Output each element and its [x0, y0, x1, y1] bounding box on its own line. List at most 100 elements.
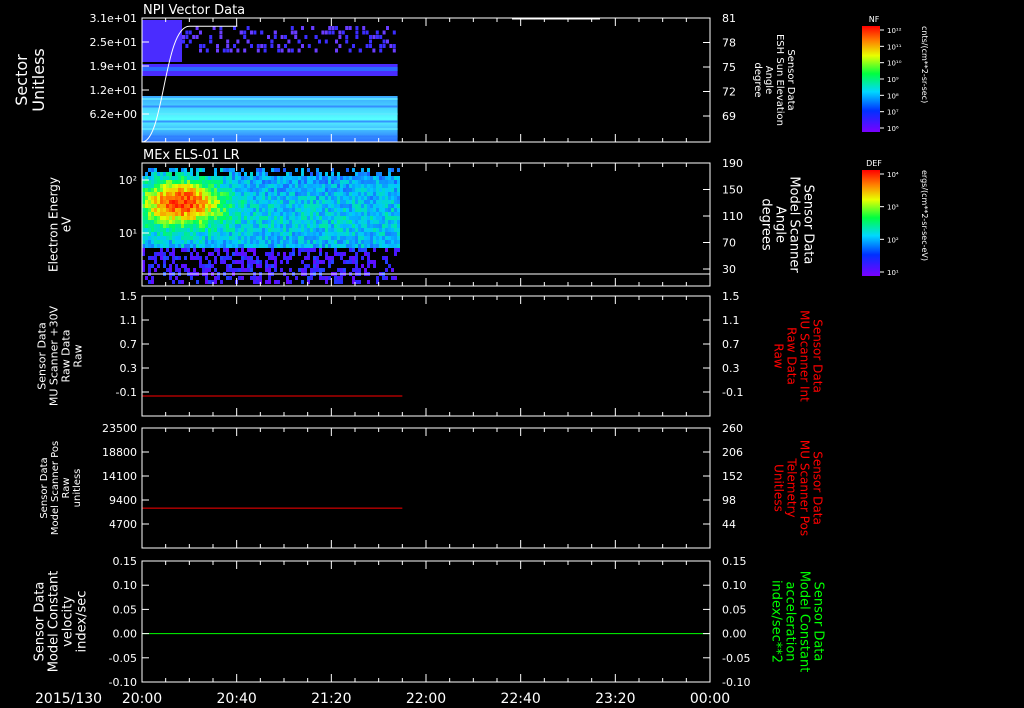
- spectrogram-cell: [373, 260, 376, 264]
- spectrogram-cell: [193, 184, 196, 188]
- spectrogram-cell: [298, 184, 301, 188]
- spectrogram-cell: [199, 264, 202, 268]
- spectrogram-cell: [370, 200, 373, 204]
- spectrogram-cell: [352, 44, 355, 48]
- spectrogram-cell: [151, 172, 154, 176]
- spectrogram-cell: [256, 280, 259, 284]
- spectrogram-cell: [385, 248, 388, 252]
- spectrogram-cell: [292, 252, 295, 256]
- spectrogram-cell: [337, 236, 340, 240]
- spectrogram-cell: [166, 228, 169, 232]
- spectrogram-cell: [313, 228, 316, 232]
- spectrogram-cell: [277, 240, 280, 244]
- spectrogram-cell: [253, 276, 256, 280]
- panel-1-ytick-label: 3.1e+01: [90, 12, 137, 25]
- spectrogram-cell: [334, 224, 337, 228]
- spectrogram-cell: [322, 212, 325, 216]
- spectrogram-cell: [283, 228, 286, 232]
- spectrogram-cell: [244, 244, 247, 248]
- spectrogram-cell: [271, 168, 274, 172]
- spectrogram-cell: [217, 204, 220, 208]
- spectrogram-cell: [364, 172, 367, 176]
- spectrogram-cell: [325, 244, 328, 248]
- spectrogram-cell: [382, 200, 385, 204]
- spectrogram-cell: [307, 232, 310, 236]
- spectrogram-cell: [247, 188, 250, 192]
- spectrogram-cell: [190, 220, 193, 224]
- spectrogram-cell: [277, 184, 280, 188]
- spectrogram-cell: [394, 232, 397, 236]
- spectrogram-cell: [361, 216, 364, 220]
- spectrogram-cell: [310, 268, 313, 272]
- spectrogram-cell: [148, 244, 151, 248]
- spectrogram-cell: [160, 192, 163, 196]
- spectrogram-cell: [394, 188, 397, 192]
- spectrogram-cell: [298, 232, 301, 236]
- spectrogram-cell: [241, 240, 244, 244]
- spectrogram-cell: [355, 236, 358, 240]
- spectrogram-cell: [172, 232, 175, 236]
- spectrogram-cell: [223, 192, 226, 196]
- spectrogram-cell: [334, 212, 337, 216]
- panel-3-ylabel-line: Raw: [72, 344, 85, 367]
- spectrogram-cell: [340, 184, 343, 188]
- spectrogram-cell: [391, 236, 394, 240]
- spectrogram-cell: [208, 220, 211, 224]
- spectrogram-cell: [295, 224, 298, 228]
- spectrogram-cell: [331, 26, 335, 30]
- spectrogram-cell: [262, 188, 265, 192]
- spectrogram-cell: [226, 228, 229, 232]
- spectrogram-cell: [328, 200, 331, 204]
- spectrogram-cell: [172, 252, 175, 256]
- spectrogram-cell: [256, 192, 259, 196]
- spectrogram-cell: [355, 212, 358, 216]
- spectrogram-cell: [298, 200, 301, 204]
- spectrogram-cell: [232, 220, 235, 224]
- spectrogram-cell: [331, 172, 334, 176]
- spectrogram-cell: [391, 176, 394, 180]
- spectrogram-cell: [226, 212, 229, 216]
- spectrogram-cell: [187, 244, 190, 248]
- spectrogram-cell: [397, 228, 400, 232]
- spectrogram-cell: [232, 212, 235, 216]
- spectrogram-cell: [208, 208, 211, 212]
- spectrogram-cell: [214, 244, 217, 248]
- spectrogram-cell: [241, 180, 244, 184]
- panel-5-right-ylabel-line: Sensor Data: [811, 582, 826, 662]
- spectrogram-cell: [157, 220, 160, 224]
- spectrogram-cell: [295, 180, 298, 184]
- spectrogram-cell: [385, 212, 388, 216]
- spectrogram-cell: [286, 208, 289, 212]
- spectrogram-cell: [271, 244, 274, 248]
- spectrogram-cell: [184, 180, 187, 184]
- spectrogram-cell: [328, 264, 331, 268]
- spectrogram-cell: [253, 30, 257, 35]
- spectrogram-cell: [226, 208, 229, 212]
- spectrogram-cell: [265, 172, 268, 176]
- spectrogram-cell: [148, 192, 151, 196]
- spectrogram-cell: [290, 26, 294, 30]
- spectrogram-cell: [220, 176, 223, 180]
- spectrogram-cell: [397, 212, 400, 216]
- spectrogram-cell: [370, 224, 373, 228]
- spectrogram-cell: [343, 208, 346, 212]
- spectrogram-cell: [220, 196, 223, 200]
- spectrogram-cell: [349, 236, 352, 240]
- spectrogram-cell: [259, 176, 262, 180]
- spectrogram-cell: [361, 180, 364, 184]
- spectrogram-cell: [391, 188, 394, 192]
- spectrogram-cell: [241, 200, 244, 204]
- spectrogram-cell: [319, 216, 322, 220]
- spectrogram-cell: [217, 196, 220, 200]
- spectrogram-cell: [394, 228, 397, 232]
- spectrogram-cell: [286, 276, 289, 280]
- spectrogram-cell: [199, 256, 202, 260]
- spectrogram-cell: [388, 232, 391, 236]
- panel-2-right-ytick-label: 110: [722, 210, 743, 223]
- spectrogram-cell: [187, 212, 190, 216]
- spectrogram-cell: [289, 200, 292, 204]
- spectrogram-cell: [277, 208, 280, 212]
- spectrogram-cell: [361, 188, 364, 192]
- spectrogram-cell: [181, 184, 184, 188]
- spectrogram-cell: [348, 26, 352, 30]
